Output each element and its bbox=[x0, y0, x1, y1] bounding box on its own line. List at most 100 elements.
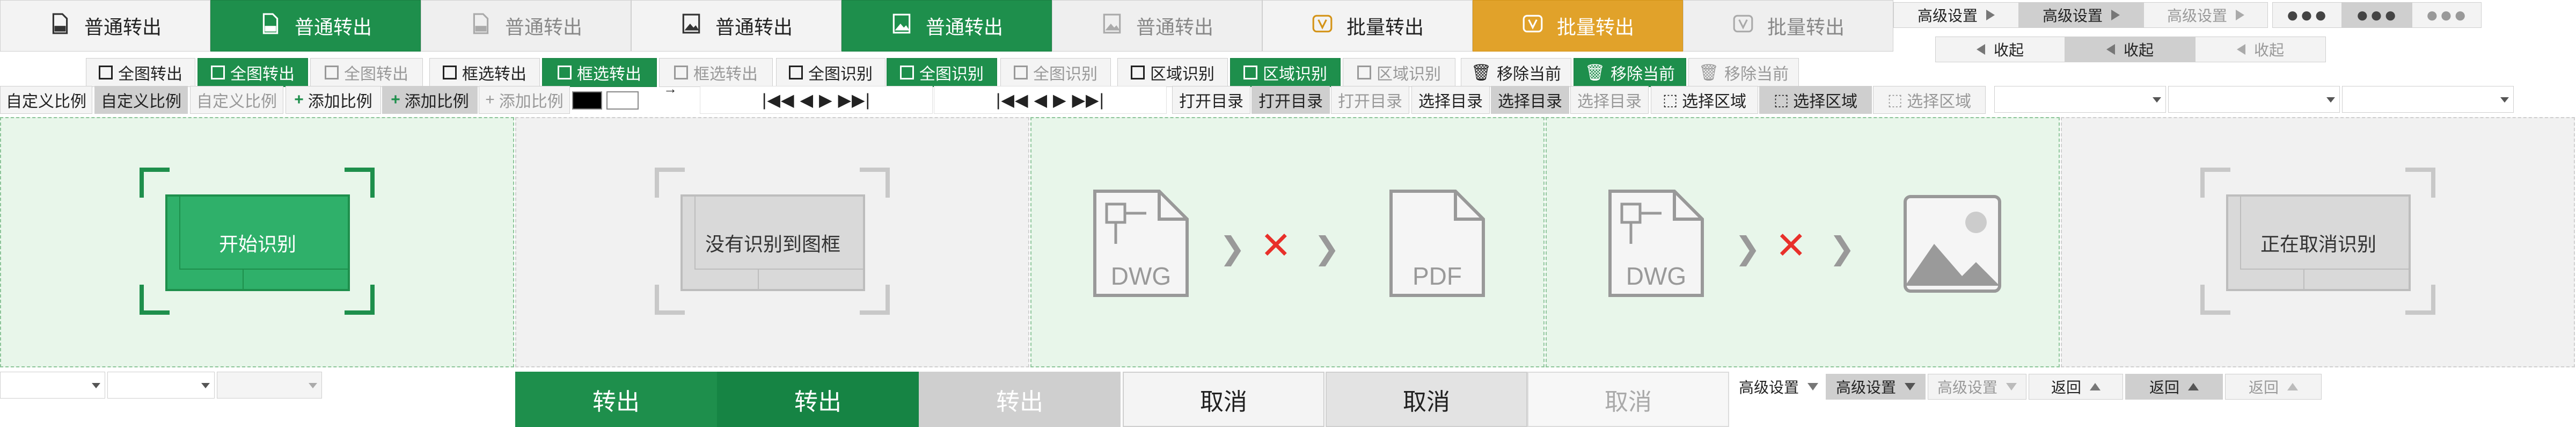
button-label: 移除当前 bbox=[1724, 66, 1789, 83]
button-label: 全图识别 bbox=[919, 66, 984, 83]
select-dir-button[interactable]: 选择目录 bbox=[1411, 86, 1490, 114]
full-recognize-button-active[interactable]: 全图识别 bbox=[887, 58, 997, 87]
export-button[interactable]: 转出 bbox=[515, 372, 717, 427]
button-label: 区域识别 bbox=[1263, 66, 1327, 83]
button-label: 移除当前 bbox=[1611, 66, 1675, 83]
collapse-label: 收起 bbox=[1993, 42, 2024, 59]
back-button[interactable]: 返回 bbox=[2029, 374, 2123, 400]
more-dots-icon: ●●● bbox=[2425, 3, 2468, 27]
pager-controls-alt[interactable]: |◀◀ ◀ ▶ ▶▶| bbox=[934, 86, 1167, 114]
button-label: 普通转出 bbox=[1136, 16, 1213, 38]
button-label: 打开目录 bbox=[1258, 93, 1323, 111]
button-label: 批量转出 bbox=[1346, 16, 1424, 38]
box-export-button-active[interactable]: 框选转出 bbox=[542, 58, 657, 87]
cancel-button-disabled[interactable]: 取消 bbox=[1527, 372, 1729, 427]
normal-export-image-button-disabled[interactable]: 普通转出 bbox=[1052, 0, 1262, 52]
pager-glyphs: |◀◀ ◀ ▶ ▶▶| bbox=[762, 90, 870, 110]
button-label: 批量转出 bbox=[1767, 16, 1845, 38]
more-button-pressed[interactable]: ●●● bbox=[2342, 2, 2412, 28]
custom-ratio-button-disabled[interactable]: 自定义比例 bbox=[190, 86, 283, 114]
collapse-button-pressed[interactable]: 收起 bbox=[2065, 37, 2195, 62]
bottom-dropdown-2[interactable] bbox=[107, 372, 215, 399]
remove-current-button-active[interactable]: 🗑 移除当前 bbox=[1574, 58, 1686, 87]
dropdown-3[interactable] bbox=[2342, 86, 2514, 113]
back-button-disabled[interactable]: 返回 bbox=[2225, 374, 2322, 400]
button-label: 全图识别 bbox=[808, 66, 873, 83]
bottom-advanced-button-disabled[interactable]: 高级设置 bbox=[1928, 374, 2026, 400]
bottom-dropdown-3[interactable] bbox=[217, 372, 322, 399]
chevron-up-icon bbox=[2090, 383, 2101, 390]
select-area-button[interactable]: ⬚ 选择区域 bbox=[1651, 86, 1758, 114]
batch-export-button[interactable]: 批量转出 bbox=[1262, 0, 1473, 52]
remove-current-button[interactable]: 🗑 移除当前 bbox=[1461, 58, 1571, 87]
open-dir-button[interactable]: 打开目录 bbox=[1172, 86, 1250, 114]
bottom-dropdown-1[interactable] bbox=[0, 372, 105, 399]
add-ratio-button-pressed[interactable]: + 添加比例 bbox=[382, 86, 478, 114]
normal-export-pdf-button[interactable]: 普通转出 bbox=[0, 0, 210, 52]
more-button-alt[interactable]: ●●● bbox=[2412, 2, 2482, 28]
button-label: 转出 bbox=[794, 388, 841, 415]
more-button[interactable]: ●●● bbox=[2272, 2, 2342, 28]
collapse-label: 收起 bbox=[2123, 42, 2154, 59]
dwg-file-icon: DWG bbox=[1093, 190, 1189, 297]
add-ratio-button[interactable]: + 添加比例 bbox=[286, 86, 381, 114]
full-recognize-button[interactable]: 全图识别 bbox=[776, 58, 885, 87]
box-export-button[interactable]: 框选转出 bbox=[429, 58, 540, 87]
frame-icon bbox=[211, 66, 225, 79]
full-export-button[interactable]: 全图转出 bbox=[86, 58, 195, 87]
dropdown-1[interactable] bbox=[1994, 86, 2166, 113]
select-dir-button-pressed[interactable]: 选择目录 bbox=[1491, 86, 1569, 114]
remove-current-button-disabled[interactable]: 🗑 移除当前 bbox=[1688, 58, 1799, 87]
button-label: 取消 bbox=[1605, 388, 1652, 415]
select-area-button-disabled[interactable]: ⬚ 选择区域 bbox=[1873, 86, 1986, 114]
collapse-button[interactable]: 收起 bbox=[1935, 37, 2065, 62]
button-label: 取消 bbox=[1200, 388, 1247, 415]
export-button-hover[interactable]: 转出 bbox=[717, 372, 919, 427]
bottom-advanced-button[interactable]: 高级设置 bbox=[1731, 374, 1826, 400]
color-swatch-black[interactable] bbox=[572, 91, 602, 110]
image-file-icon bbox=[680, 12, 702, 40]
advanced-settings-button-disabled[interactable]: 高级设置 bbox=[2143, 2, 2268, 28]
open-dir-button-pressed[interactable]: 打开目录 bbox=[1252, 86, 1330, 114]
back-button-pressed[interactable]: 返回 bbox=[2125, 374, 2223, 400]
custom-ratio-button[interactable]: 自定义比例 bbox=[0, 86, 92, 114]
pdf-text: PDF bbox=[1413, 262, 1462, 290]
full-export-button-active[interactable]: 全图转出 bbox=[197, 58, 308, 87]
start-recognize-button[interactable]: 开始识别 bbox=[165, 194, 350, 291]
full-export-button-disabled[interactable]: 全图转出 bbox=[310, 58, 423, 87]
normal-export-pdf-button-disabled[interactable]: 普通转出 bbox=[421, 0, 631, 52]
area-recognize-button[interactable]: 区域识别 bbox=[1117, 58, 1228, 87]
pager-controls[interactable]: |◀◀ ◀ ▶ ▶▶| bbox=[700, 86, 933, 114]
normal-export-pdf-button-active[interactable]: 普通转出 bbox=[210, 0, 421, 52]
trash-icon: 🗑 bbox=[1698, 63, 1719, 82]
normal-export-image-button[interactable]: 普通转出 bbox=[631, 0, 841, 52]
add-ratio-button-disabled[interactable]: + 添加比例 bbox=[479, 86, 570, 114]
button-label: 转出 bbox=[592, 388, 640, 415]
chevron-down-icon bbox=[92, 383, 100, 388]
full-recognize-button-disabled[interactable]: 全图识别 bbox=[1000, 58, 1111, 87]
select-area-button-pressed[interactable]: ⬚ 选择区域 bbox=[1759, 86, 1872, 114]
panel-cancelling: 正在取消识别 bbox=[2061, 117, 2575, 367]
cancel-button-pressed[interactable]: 取消 bbox=[1326, 372, 1527, 427]
button-label: 框选转出 bbox=[577, 66, 641, 83]
frame-divider bbox=[2303, 270, 2304, 289]
button-label: 选择目录 bbox=[1418, 93, 1483, 111]
color-swatch-white[interactable] bbox=[606, 91, 639, 110]
normal-export-image-button-active[interactable]: 普通转出 bbox=[841, 0, 1052, 52]
cancelling-label: 正在取消识别 bbox=[2260, 233, 2376, 255]
advanced-settings-button[interactable]: 高级设置 bbox=[1893, 2, 2019, 28]
collapse-button-disabled[interactable]: 收起 bbox=[2195, 37, 2326, 62]
custom-ratio-button-pressed[interactable]: 自定义比例 bbox=[94, 86, 188, 114]
select-dir-button-disabled[interactable]: 选择目录 bbox=[1570, 86, 1649, 114]
open-dir-button-disabled[interactable]: 打开目录 bbox=[1331, 86, 1409, 114]
batch-export-button-active[interactable]: 批量转出 bbox=[1473, 0, 1683, 52]
button-label: 批量转出 bbox=[1556, 16, 1634, 38]
bottom-advanced-button-pressed[interactable]: 高级设置 bbox=[1826, 374, 1926, 400]
area-recognize-button-disabled[interactable]: 区域识别 bbox=[1343, 58, 1455, 87]
cancel-button[interactable]: 取消 bbox=[1123, 372, 1324, 427]
area-recognize-button-active[interactable]: 区域识别 bbox=[1230, 58, 1341, 87]
advanced-settings-button-pressed[interactable]: 高级设置 bbox=[2019, 2, 2143, 28]
dropdown-2[interactable] bbox=[2168, 86, 2340, 113]
batch-export-button-disabled[interactable]: 批量转出 bbox=[1683, 0, 1893, 52]
export-button-disabled[interactable]: 转出 bbox=[919, 372, 1121, 427]
